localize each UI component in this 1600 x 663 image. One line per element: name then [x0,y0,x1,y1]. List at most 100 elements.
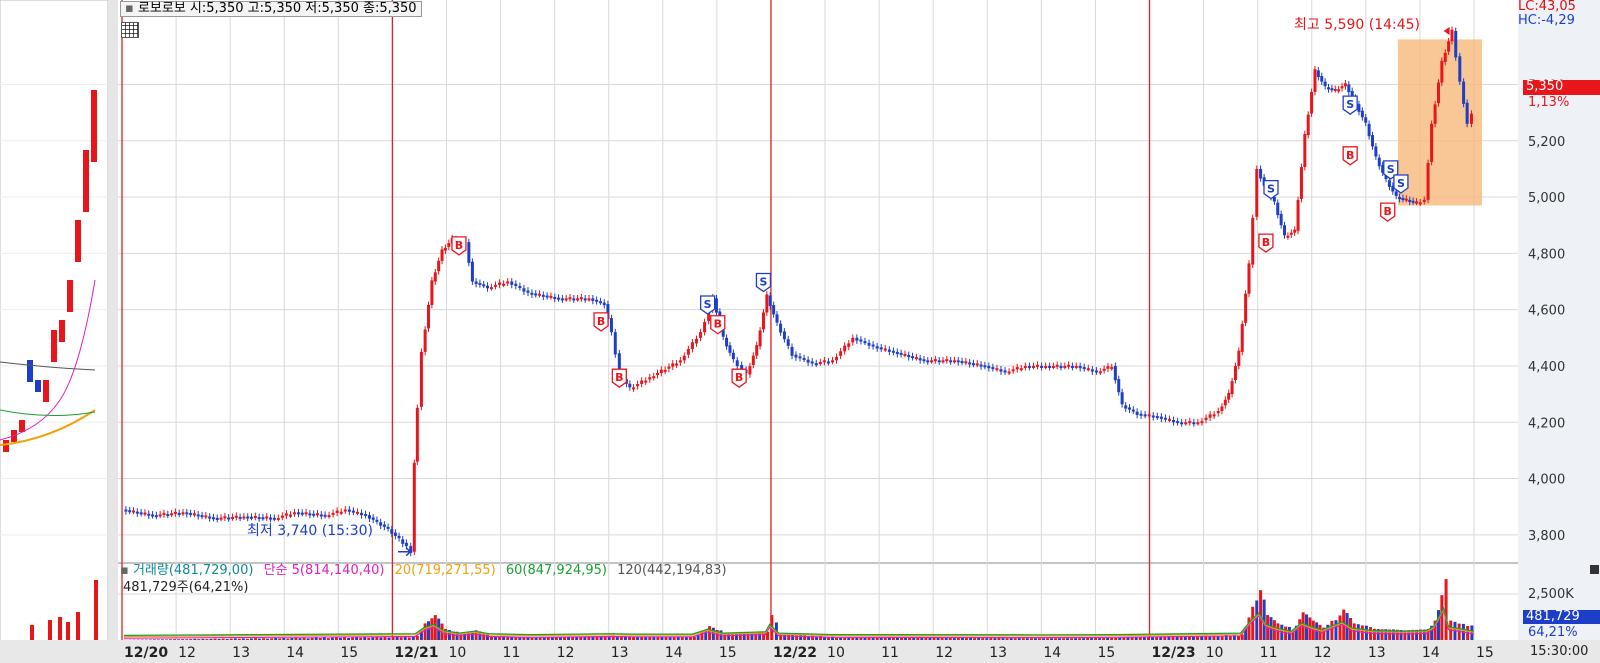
info-toggle-icon[interactable]: ▪ [125,1,134,16]
volume-bar [322,637,326,640]
candle-body [699,332,703,338]
candle-body [339,511,343,514]
volume-bar [363,637,367,640]
candle-body [1074,365,1078,368]
signal-badge-text: S [1267,183,1275,196]
candle-body [498,282,502,285]
time-readout: 15:30:00 [1530,644,1589,659]
candle-body [276,517,280,520]
volume-bar [534,637,538,640]
grid-settings-icon[interactable] [121,22,139,38]
candle-body [598,301,602,304]
volume-bar [1444,579,1448,640]
volume-bar [985,638,989,640]
candle-body [843,345,847,352]
volume-shares-readout: 481,729주(64,21%) [123,580,249,595]
candle-body [545,295,549,298]
candle-body [308,513,312,516]
y-tick-label: 5,200 [1528,135,1565,150]
volume-bar [241,638,245,640]
volume-bar [351,637,355,640]
volume-bar [383,636,387,640]
volume-bar [928,637,932,640]
volume-bar [542,637,546,640]
volume-bar [912,637,916,640]
candle-body [1220,406,1224,411]
volume-bar [948,637,952,640]
volume-bar [895,637,899,640]
candle-body [591,298,595,301]
candle-body [557,297,561,300]
candle-body [1251,217,1255,265]
volume-bar [1017,638,1021,640]
candle-body [478,282,482,285]
candle-body [1414,201,1418,204]
candle-body [863,341,867,344]
candle-body [151,514,155,517]
candle-body [1184,422,1188,425]
candle-body [1124,405,1128,409]
volume-bar [258,638,262,640]
volume-bar [294,637,298,640]
mini-volume-bar [30,625,34,640]
candle-body [879,347,883,350]
candle-body [678,360,682,363]
volume-bar [530,637,534,640]
candle-body [839,351,843,356]
volume-bar [387,637,391,640]
volume-bar [940,638,944,640]
volume-bar [904,637,908,640]
x-tick-label: 12/20 [124,645,168,661]
candle-body [1458,56,1462,82]
candle-body [1240,323,1244,352]
chart-window: 5,4005,2005,0004,8004,6004,4004,2004,000… [0,0,1600,663]
volume-toggle-icon[interactable]: ▪ [120,563,129,578]
volume-pct-readout: 64,21% [1528,625,1578,640]
candle-body [124,509,128,512]
x-tick-label: 11 [881,645,899,661]
candle-body [999,369,1003,372]
candle-body [659,369,663,373]
volume-bar [1034,638,1038,640]
candle-body [522,288,526,292]
candle-body [423,329,427,352]
chart-info-bar: ▪ 로보로보 시:5,350 고:5,350 저:5,350 종:5,350 [120,1,422,17]
candle-body [911,356,915,359]
volume-bar [1122,637,1126,640]
volume-bar [148,639,152,640]
candle-body [185,512,189,515]
volume-bar [1025,638,1029,640]
candle-body [644,380,648,383]
candle-body [667,366,671,369]
candle-body [177,513,181,516]
candle-body [1394,191,1398,196]
candle-body [968,362,972,365]
candle-body [1188,421,1192,424]
volume-bar [1146,637,1150,640]
candle-body [147,513,151,516]
candle-body [907,355,911,358]
candle-body [918,358,922,361]
candle-body [595,299,599,302]
candle-body [779,323,783,333]
candle-body [288,514,292,517]
candle-body [1151,415,1155,418]
x-tick-label: 12 [178,645,196,661]
candle-body [128,510,132,513]
candle-body [158,514,162,517]
mini-candle [43,380,49,402]
volume-bar [310,637,314,640]
volume-bar [973,638,977,640]
volume-bar [1050,638,1054,640]
volume-bar [193,638,197,640]
x-tick-label: 10 [1206,645,1224,661]
mini-volume-bar [94,580,98,640]
volume-bar [338,637,342,640]
volume-bar [347,637,351,640]
volume-bar [217,638,221,640]
volume-bar [274,637,278,640]
candle-body [1401,197,1405,200]
candle-body [1216,410,1220,414]
candle-body [1011,369,1015,372]
candle-body [731,352,735,360]
